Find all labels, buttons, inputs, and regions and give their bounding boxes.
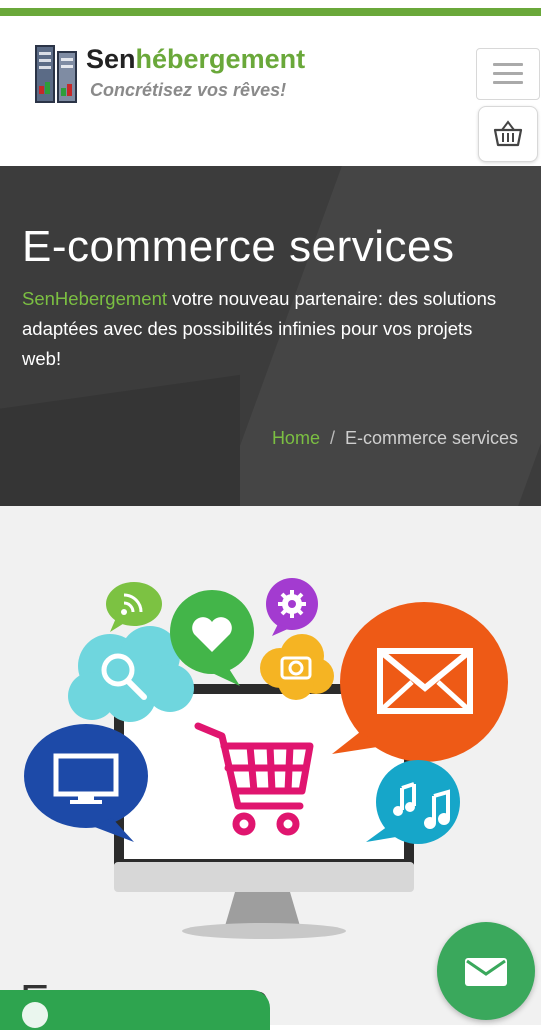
breadcrumb-separator: / [329,428,335,448]
top-accent-line [0,8,541,16]
hamburger-icon-bar-1 [493,63,523,66]
hero-brand-name: SenHebergement [22,288,168,309]
whatsapp-icon [22,1002,48,1028]
hamburger-icon-bar-2 [493,72,523,75]
breadcrumb: Home / E-commerce services [272,428,518,449]
logo-name-part2: hébergement [135,44,306,74]
cart-button[interactable] [478,106,538,162]
gear-bubble-icon [266,578,318,636]
mail-icon [465,958,507,986]
breadcrumb-home-link[interactable]: Home [272,428,320,448]
breadcrumb-current: E-commerce services [344,428,518,448]
mail-bubble-icon [332,602,508,762]
logo-name-part1: Sen [86,44,136,74]
logo-tagline: Concrétisez vos rêves! [90,80,287,100]
page-title: E-commerce services [22,222,455,271]
contact-mail-button[interactable] [437,922,535,1020]
logo-name: Senhébergement [86,44,305,75]
hamburger-icon-bar-3 [493,81,523,84]
basket-icon [493,120,523,147]
top-accent-bar [0,0,541,44]
server-logo-icon [35,45,77,103]
menu-toggle-button[interactable] [476,48,540,100]
hero-description: SenHebergement votre nouveau partenaire:… [22,284,502,374]
whatsapp-chat-button[interactable] [0,990,270,1030]
site-header: Senhébergement Concrétisez vos rêves! [0,16,541,166]
rss-bubble-icon [106,582,162,632]
page-hero: E-commerce services SenHebergement votre… [0,166,541,506]
hero-bg-shape [0,374,240,506]
site-logo[interactable]: Senhébergement Concrétisez vos rêves! [34,44,334,114]
